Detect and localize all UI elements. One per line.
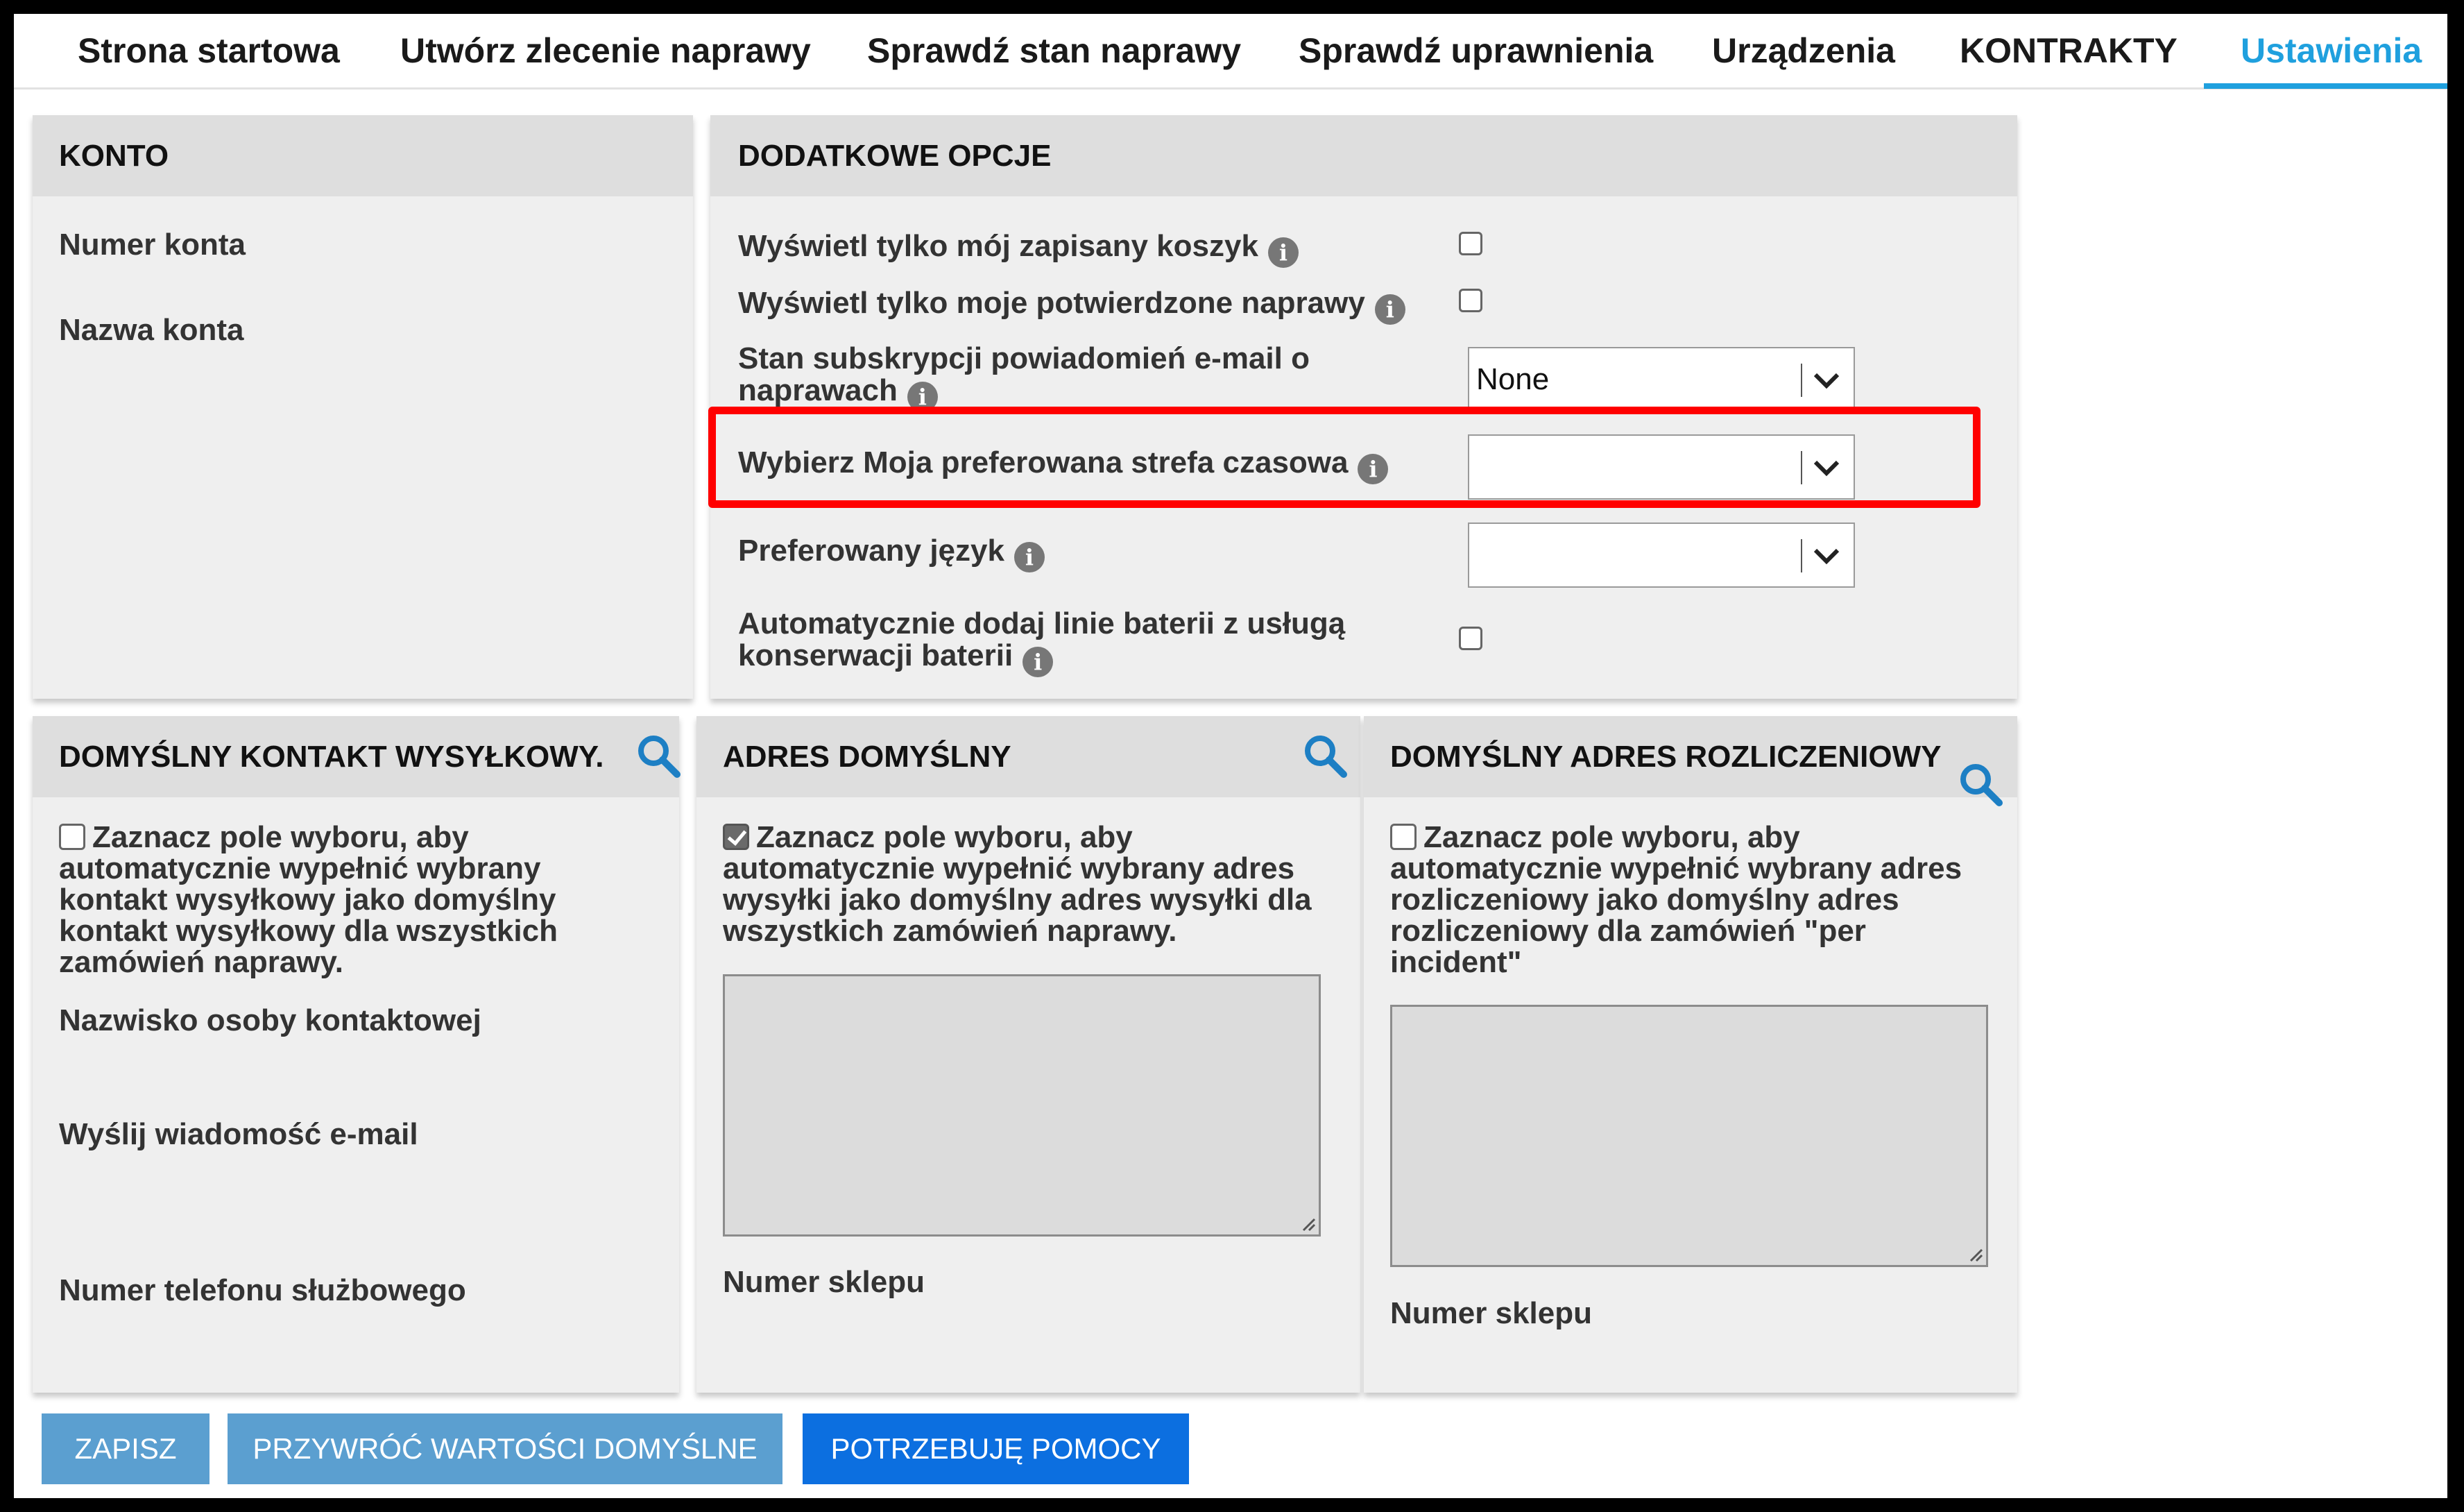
settings-page: Strona startowa Utwórz zlecenie naprawy … — [14, 14, 2447, 1498]
confirmed-repairs-option: Wyświetl tylko moje potwierdzone naprawy… — [738, 287, 1405, 325]
confirmed-repairs-checkbox[interactable] — [1459, 289, 1482, 312]
saved-cart-checkbox[interactable] — [1459, 232, 1482, 255]
saved-cart-label: Wyświetl tylko mój zapisany koszyk — [738, 229, 1258, 263]
work-phone-label: Numer telefonu służbowego — [59, 1273, 466, 1307]
billing-address-textarea[interactable] — [1390, 1005, 1988, 1267]
address-textarea[interactable] — [723, 974, 1321, 1237]
panel-header: DODATKOWE OPCJE — [710, 115, 2017, 196]
saved-cart-option: Wyświetl tylko mój zapisany koszyk i — [738, 230, 1299, 268]
account-panel: KONTO Numer konta Nazwa konta — [33, 115, 693, 699]
language-label: Preferowany język — [738, 534, 1004, 568]
default-billing-address-panel: DOMYŚLNY ADRES ROZLICZENIOWY Zaznacz pol… — [1364, 716, 2017, 1393]
email-subscription-option: Stan subskrypcji powiadomień e-mail o na… — [738, 343, 1362, 412]
confirmed-repairs-label: Wyświetl tylko moje potwierdzone naprawy — [738, 286, 1365, 320]
highlight-box — [708, 407, 1980, 508]
email-label: Wyślij wiadomość e-mail — [59, 1117, 418, 1151]
default-shipping-contact-panel: DOMYŚLNY KONTAKT WYSYŁKOWY. Zaznacz pole… — [33, 716, 681, 1393]
active-tab-indicator — [2204, 83, 2447, 89]
auto-fill-contact-checkbox[interactable] — [59, 824, 85, 850]
store-number-label: Numer sklepu — [723, 1265, 925, 1299]
top-navigation: Strona startowa Utwórz zlecenie naprawy … — [14, 14, 2447, 90]
language-option: Preferowany język i — [738, 535, 1045, 572]
select-divider — [1801, 364, 1802, 397]
save-button[interactable]: ZAPISZ — [42, 1413, 209, 1484]
battery-checkbox[interactable] — [1459, 627, 1482, 650]
auto-fill-billing-option: Zaznacz pole wyboru, aby automatycznie w… — [1390, 822, 2001, 978]
account-number-label: Numer konta — [59, 228, 246, 262]
email-subscription-label: Stan subskrypcji powiadomień e-mail o na… — [738, 341, 1310, 407]
nav-tab-check-repair-status[interactable]: Sprawdź stan naprawy — [867, 14, 1241, 87]
search-icon[interactable] — [635, 733, 681, 779]
info-icon[interactable]: i — [1013, 542, 1045, 572]
auto-fill-contact-option: Zaznacz pole wyboru, aby automatycznie w… — [59, 822, 649, 978]
resize-grip-icon[interactable] — [1298, 1214, 1316, 1232]
auto-fill-address-checkbox[interactable] — [723, 824, 749, 850]
panel-title: DOMYŚLNY ADRES ROZLICZENIOWY — [1390, 740, 1942, 774]
info-icon[interactable]: i — [1267, 237, 1299, 268]
panel-title: KONTO — [59, 139, 169, 173]
chevron-down-icon — [1813, 373, 1840, 389]
panel-header: DOMYŚLNY KONTAKT WYSYŁKOWY. — [33, 716, 679, 797]
search-icon[interactable] — [1958, 761, 2003, 807]
nav-tab-contracts[interactable]: KONTRAKTY — [1960, 14, 2178, 87]
store-number-label: Numer sklepu — [1390, 1296, 1592, 1330]
resize-grip-icon[interactable] — [1965, 1244, 1983, 1262]
account-name-label: Nazwa konta — [59, 313, 244, 347]
panel-title: ADRES DOMYŚLNY — [723, 740, 1011, 774]
nav-tab-check-entitlements[interactable]: Sprawdź uprawnienia — [1299, 14, 1653, 87]
select-value: None — [1476, 362, 1550, 396]
info-icon[interactable]: i — [1023, 647, 1054, 677]
need-help-button[interactable]: POTRZEBUJĘ POMOCY — [803, 1413, 1189, 1484]
chevron-down-icon — [1813, 548, 1840, 565]
select-divider — [1801, 539, 1802, 572]
battery-option: Automatycznie dodaj linie baterii z usłu… — [738, 608, 1362, 677]
contact-name-label: Nazwisko osoby kontaktowej — [59, 1003, 481, 1037]
nav-tab-settings[interactable]: Ustawienia — [2241, 14, 2422, 87]
auto-fill-address-text: Zaznacz pole wyboru, aby automatycznie w… — [723, 820, 1312, 948]
auto-fill-address-option: Zaznacz pole wyboru, aby automatycznie w… — [723, 822, 1333, 946]
panel-header: ADRES DOMYŚLNY — [696, 716, 1360, 797]
auto-fill-contact-text: Zaznacz pole wyboru, aby automatycznie w… — [59, 820, 558, 979]
nav-tab-devices[interactable]: Urządzenia — [1712, 14, 1895, 87]
panel-title: DODATKOWE OPCJE — [738, 139, 1052, 173]
auto-fill-billing-checkbox[interactable] — [1390, 824, 1417, 850]
nav-tab-create-repair-order[interactable]: Utwórz zlecenie naprawy — [400, 14, 811, 87]
info-icon[interactable]: i — [1374, 294, 1405, 325]
nav-tab-home[interactable]: Strona startowa — [78, 14, 340, 87]
search-icon[interactable] — [1302, 733, 1348, 779]
panel-header: KONTO — [33, 115, 693, 196]
email-subscription-select[interactable]: None — [1468, 347, 1855, 412]
default-address-panel: ADRES DOMYŚLNY Zaznacz pole wyboru, aby … — [696, 716, 1360, 1393]
auto-fill-billing-text: Zaznacz pole wyboru, aby automatycznie w… — [1390, 820, 1962, 979]
panel-header: DOMYŚLNY ADRES ROZLICZENIOWY — [1364, 716, 2017, 797]
language-select[interactable] — [1468, 523, 1855, 588]
panel-title: DOMYŚLNY KONTAKT WYSYŁKOWY. — [59, 740, 604, 774]
restore-defaults-button[interactable]: PRZYWRÓĆ WARTOŚCI DOMYŚLNE — [228, 1413, 782, 1484]
